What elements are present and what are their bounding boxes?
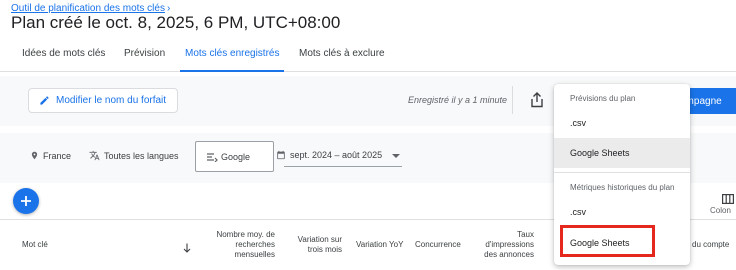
menu-divider	[554, 172, 690, 173]
language-filter-label: Toutes les langues	[104, 150, 179, 161]
column-header-ad-impression-share[interactable]: Taux d'impressions des annonces	[476, 230, 534, 260]
saved-status: Enregistré il y a 1 minute	[408, 95, 508, 105]
translate-icon	[89, 150, 100, 161]
column-header-competition[interactable]: Concurrence	[415, 240, 461, 250]
column-header-keyword[interactable]: Mot clé	[22, 240, 48, 250]
toolbar-divider	[512, 86, 513, 114]
menu-item-historical-csv[interactable]: .csv	[554, 197, 690, 227]
tab-negative-keywords[interactable]: Mots clés à exclure	[299, 48, 385, 59]
location-filter[interactable]: France	[30, 150, 71, 161]
columns-label[interactable]: Colon	[710, 206, 731, 215]
active-tab-indicator	[180, 70, 284, 72]
menu-item-forecast-google-sheets[interactable]: Google Sheets	[554, 138, 690, 168]
column-header-three-month-change[interactable]: Variation sur trois mois	[286, 235, 342, 255]
menu-item-forecast-csv[interactable]: .csv	[554, 108, 690, 138]
network-filter[interactable]: Google	[195, 141, 274, 172]
column-header-account[interactable]: du compte	[692, 240, 729, 250]
date-range-underline	[284, 166, 402, 167]
calendar-icon	[277, 150, 285, 160]
page-title: Plan créé le oct. 8, 2025, 6 PM, UTC+08:…	[11, 13, 341, 32]
tab-saved-keywords[interactable]: Mots clés enregistrés	[185, 48, 279, 59]
column-header-yoy-change[interactable]: Variation YoY	[356, 240, 403, 250]
date-range-label: sept. 2024 – août 2025	[290, 150, 383, 160]
column-header-avg-monthly-searches[interactable]: Nombre moy. de recherches mensuelles	[205, 230, 275, 260]
chevron-down-icon[interactable]	[392, 154, 400, 158]
add-icon	[21, 196, 31, 206]
tab-forecast[interactable]: Prévision	[124, 48, 165, 59]
pencil-icon	[40, 96, 49, 105]
highlight-annotation	[560, 225, 655, 257]
tab-keyword-ideas[interactable]: Idées de mots clés	[22, 48, 105, 59]
network-filter-label: Google	[221, 151, 251, 162]
sort-arrow-icon[interactable]	[183, 240, 191, 258]
rename-plan-label: Modifier le nom du forfait	[56, 95, 167, 106]
tab-bar: Idées de mots clés Prévision Mots clés e…	[0, 42, 736, 72]
add-keyword-button[interactable]	[13, 188, 39, 214]
menu-section-forecasts: Prévisions du plan	[570, 94, 636, 103]
language-filter[interactable]: Toutes les langues	[89, 150, 179, 161]
location-filter-label: France	[43, 150, 72, 161]
network-icon	[207, 152, 218, 162]
rename-plan-button[interactable]: Modifier le nom du forfait	[28, 88, 178, 113]
date-range-filter[interactable]: sept. 2024 – août 2025	[276, 150, 382, 160]
menu-section-historical-metrics: Métriques historiques du plan	[570, 183, 675, 192]
share-icon[interactable]	[530, 92, 544, 113]
location-pin-icon	[31, 151, 38, 160]
